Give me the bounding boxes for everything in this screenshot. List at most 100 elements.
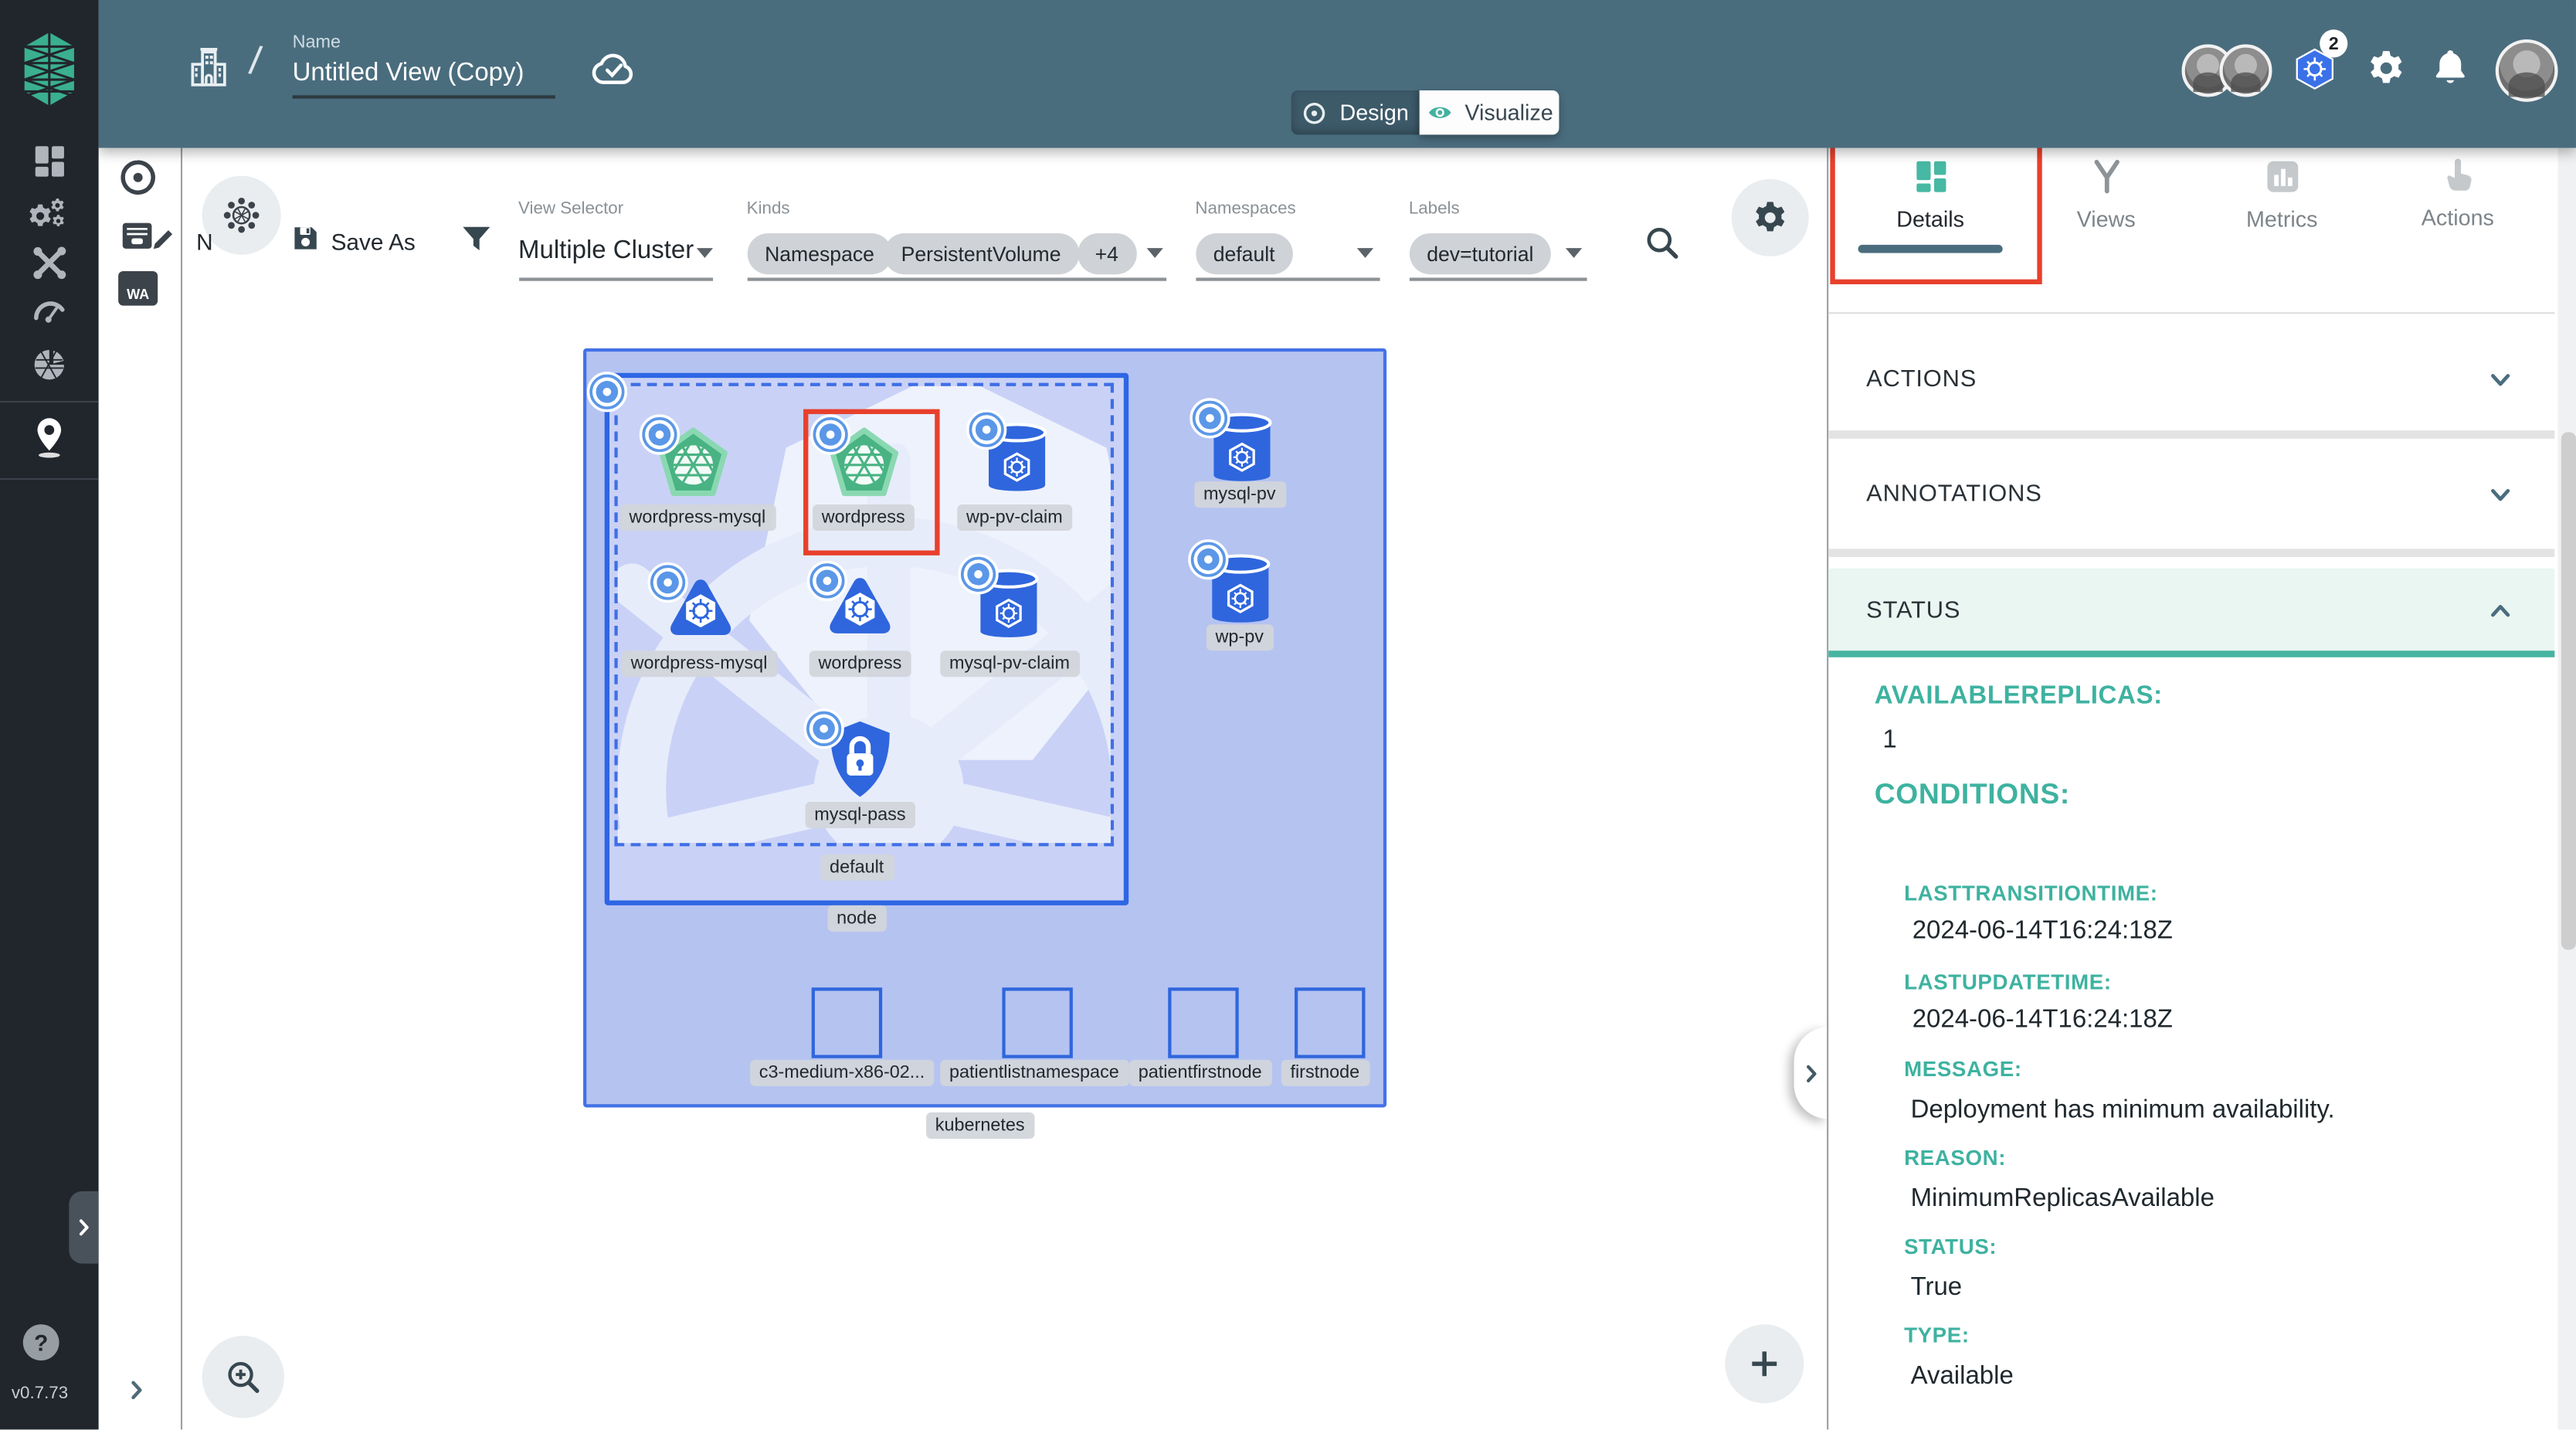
- graph-node-service[interactable]: [823, 572, 897, 646]
- condition-value: Deployment has minimum availability.: [1911, 1096, 2335, 1126]
- chevron-up-icon: [2483, 593, 2519, 629]
- sidebar: ? v0.7.73: [0, 0, 99, 1430]
- labels-caret[interactable]: [1565, 248, 1581, 258]
- accordion-annotations[interactable]: ANNOTATIONS: [1828, 443, 2554, 545]
- panel-scrollbar[interactable]: [2558, 148, 2576, 1429]
- tab-visualize[interactable]: Visualize: [1420, 90, 1560, 134]
- visualization-canvas[interactable]: N Save As View Selector Multiple Cluster…: [180, 148, 1827, 1430]
- meshery-spiral-icon[interactable]: [117, 156, 159, 199]
- add-node-button[interactable]: [1724, 1324, 1803, 1403]
- meshery-logo[interactable]: [15, 31, 83, 107]
- tab-metrics[interactable]: Metrics: [2195, 156, 2369, 232]
- accordion-status[interactable]: STATUS: [1828, 569, 2554, 652]
- view-name-input[interactable]: [293, 56, 555, 98]
- graph-node-volume[interactable]: [1205, 551, 1274, 630]
- graph-node-secret[interactable]: [823, 718, 897, 800]
- canvas-gear-icon[interactable]: [1750, 199, 1788, 236]
- sync-badge-icon: [966, 409, 1006, 450]
- graph-node-volume[interactable]: [973, 566, 1042, 644]
- accordion-actions[interactable]: ACTIONS: [1828, 328, 2554, 430]
- notifications-bell-icon[interactable]: [2430, 46, 2471, 87]
- organization-icon[interactable]: [184, 42, 233, 92]
- graph-icon[interactable]: [219, 194, 262, 236]
- sidebar-expand-handle[interactable]: [69, 1191, 98, 1264]
- accordion-divider: [1828, 549, 2554, 557]
- sync-badge-icon: [638, 414, 679, 455]
- wasm-filter-icon[interactable]: WA: [118, 271, 158, 306]
- namespace-chip[interactable]: default: [1195, 233, 1293, 274]
- graph-node-placeholder[interactable]: [1294, 987, 1364, 1058]
- tab-actions[interactable]: Actions: [2371, 156, 2544, 230]
- sync-badge-icon: [1189, 398, 1230, 439]
- condition-key: LASTTRANSITIONTIME:: [1904, 881, 2158, 905]
- scrollbar-thumb[interactable]: [2561, 432, 2575, 949]
- condition-key: REASON:: [1904, 1145, 2006, 1170]
- sidebar-item-configuration[interactable]: [29, 243, 69, 283]
- labels-underline: [1409, 277, 1587, 280]
- strip-expand-chevron[interactable]: [121, 1375, 151, 1405]
- graph-node-placeholder[interactable]: [1167, 987, 1237, 1058]
- sidebar-item-extensions[interactable]: [29, 345, 69, 385]
- new-button-label[interactable]: N: [196, 229, 213, 255]
- node-label: wordpress-mysql: [621, 650, 777, 677]
- view-selector-value[interactable]: Multiple Cluster: [518, 236, 694, 266]
- cloud-saved-icon: [588, 44, 637, 93]
- node-label: wordpress: [809, 650, 911, 677]
- node-label: c3-medium-x86-02...: [749, 1060, 935, 1086]
- graph-node-deployment[interactable]: [655, 426, 731, 501]
- tool-strip: WA: [99, 148, 182, 1430]
- sync-badge-icon: [1187, 539, 1228, 580]
- view-selector-caret[interactable]: [696, 248, 712, 258]
- sidebar-divider: [0, 478, 99, 480]
- panel-collapse-button[interactable]: [1794, 1027, 1828, 1119]
- namespaces-caret[interactable]: [1356, 248, 1373, 258]
- chevron-right-icon: [70, 1214, 97, 1241]
- sidebar-item-dashboard[interactable]: [29, 141, 69, 181]
- kind-chip[interactable]: Namespace: [747, 233, 893, 274]
- graph-node-volume[interactable]: [1207, 409, 1275, 488]
- kinds-caret[interactable]: [1146, 248, 1162, 258]
- views-icon: [2086, 156, 2126, 197]
- node-label: patientfirstnode: [1128, 1060, 1272, 1086]
- user-avatar[interactable]: [2496, 39, 2558, 102]
- sidebar-divider: [0, 401, 99, 403]
- namespaces-underline: [1195, 277, 1379, 280]
- zoom-in-button[interactable]: [202, 1336, 283, 1418]
- graph-node-volume[interactable]: [982, 419, 1050, 498]
- sync-badge-icon: [957, 554, 998, 595]
- save-as-button[interactable]: Save As: [331, 229, 416, 255]
- meshery-app: / Name Design Visualize 2: [0, 0, 2576, 1430]
- graph-node-service[interactable]: [663, 573, 737, 647]
- node-label: wp-pv: [1206, 624, 1274, 650]
- condition-key: MESSAGE:: [1904, 1057, 2022, 1082]
- node-label: wp-pv-claim: [956, 504, 1072, 531]
- highlight-rectangle-details-tab: [1830, 138, 2041, 284]
- highlight-rectangle-wordpress: [803, 409, 939, 555]
- kinds-underline: [747, 277, 1166, 280]
- labels-label: Labels: [1409, 199, 1460, 219]
- kind-chip[interactable]: PersistentVolume: [883, 233, 1079, 274]
- graph-node-placeholder[interactable]: [1001, 987, 1071, 1058]
- sidebar-item-lifecycle[interactable]: [26, 195, 73, 235]
- namespaces-label: Namespaces: [1195, 199, 1295, 219]
- label-chip[interactable]: dev=tutorial: [1409, 233, 1552, 274]
- tab-design[interactable]: Design: [1291, 90, 1420, 134]
- condition-value: True: [1911, 1273, 1963, 1303]
- graph-node-placeholder[interactable]: [811, 987, 881, 1058]
- details-panel: Details Views Metrics Actions ACTIONS AN…: [1827, 148, 2576, 1430]
- kind-chip-more[interactable]: +4: [1077, 233, 1136, 274]
- tab-views[interactable]: Views: [2019, 156, 2193, 232]
- sidebar-item-kanvas[interactable]: [29, 416, 69, 458]
- filter-funnel-icon[interactable]: [457, 220, 494, 256]
- sync-badge-icon: [806, 560, 847, 601]
- edit-pencil-icon[interactable]: [150, 225, 178, 253]
- status-accent-bar: [1828, 650, 2554, 656]
- help-button[interactable]: ?: [23, 1324, 59, 1360]
- search-icon[interactable]: [1642, 223, 1680, 261]
- zoom-in-icon: [222, 1357, 262, 1397]
- accordion-divider: [1828, 430, 2554, 439]
- sidebar-item-performance[interactable]: [29, 290, 69, 330]
- collaborator-avatar[interactable]: [2219, 44, 2272, 97]
- save-as-icon[interactable]: [288, 222, 321, 255]
- settings-gear-icon[interactable]: [2366, 48, 2407, 89]
